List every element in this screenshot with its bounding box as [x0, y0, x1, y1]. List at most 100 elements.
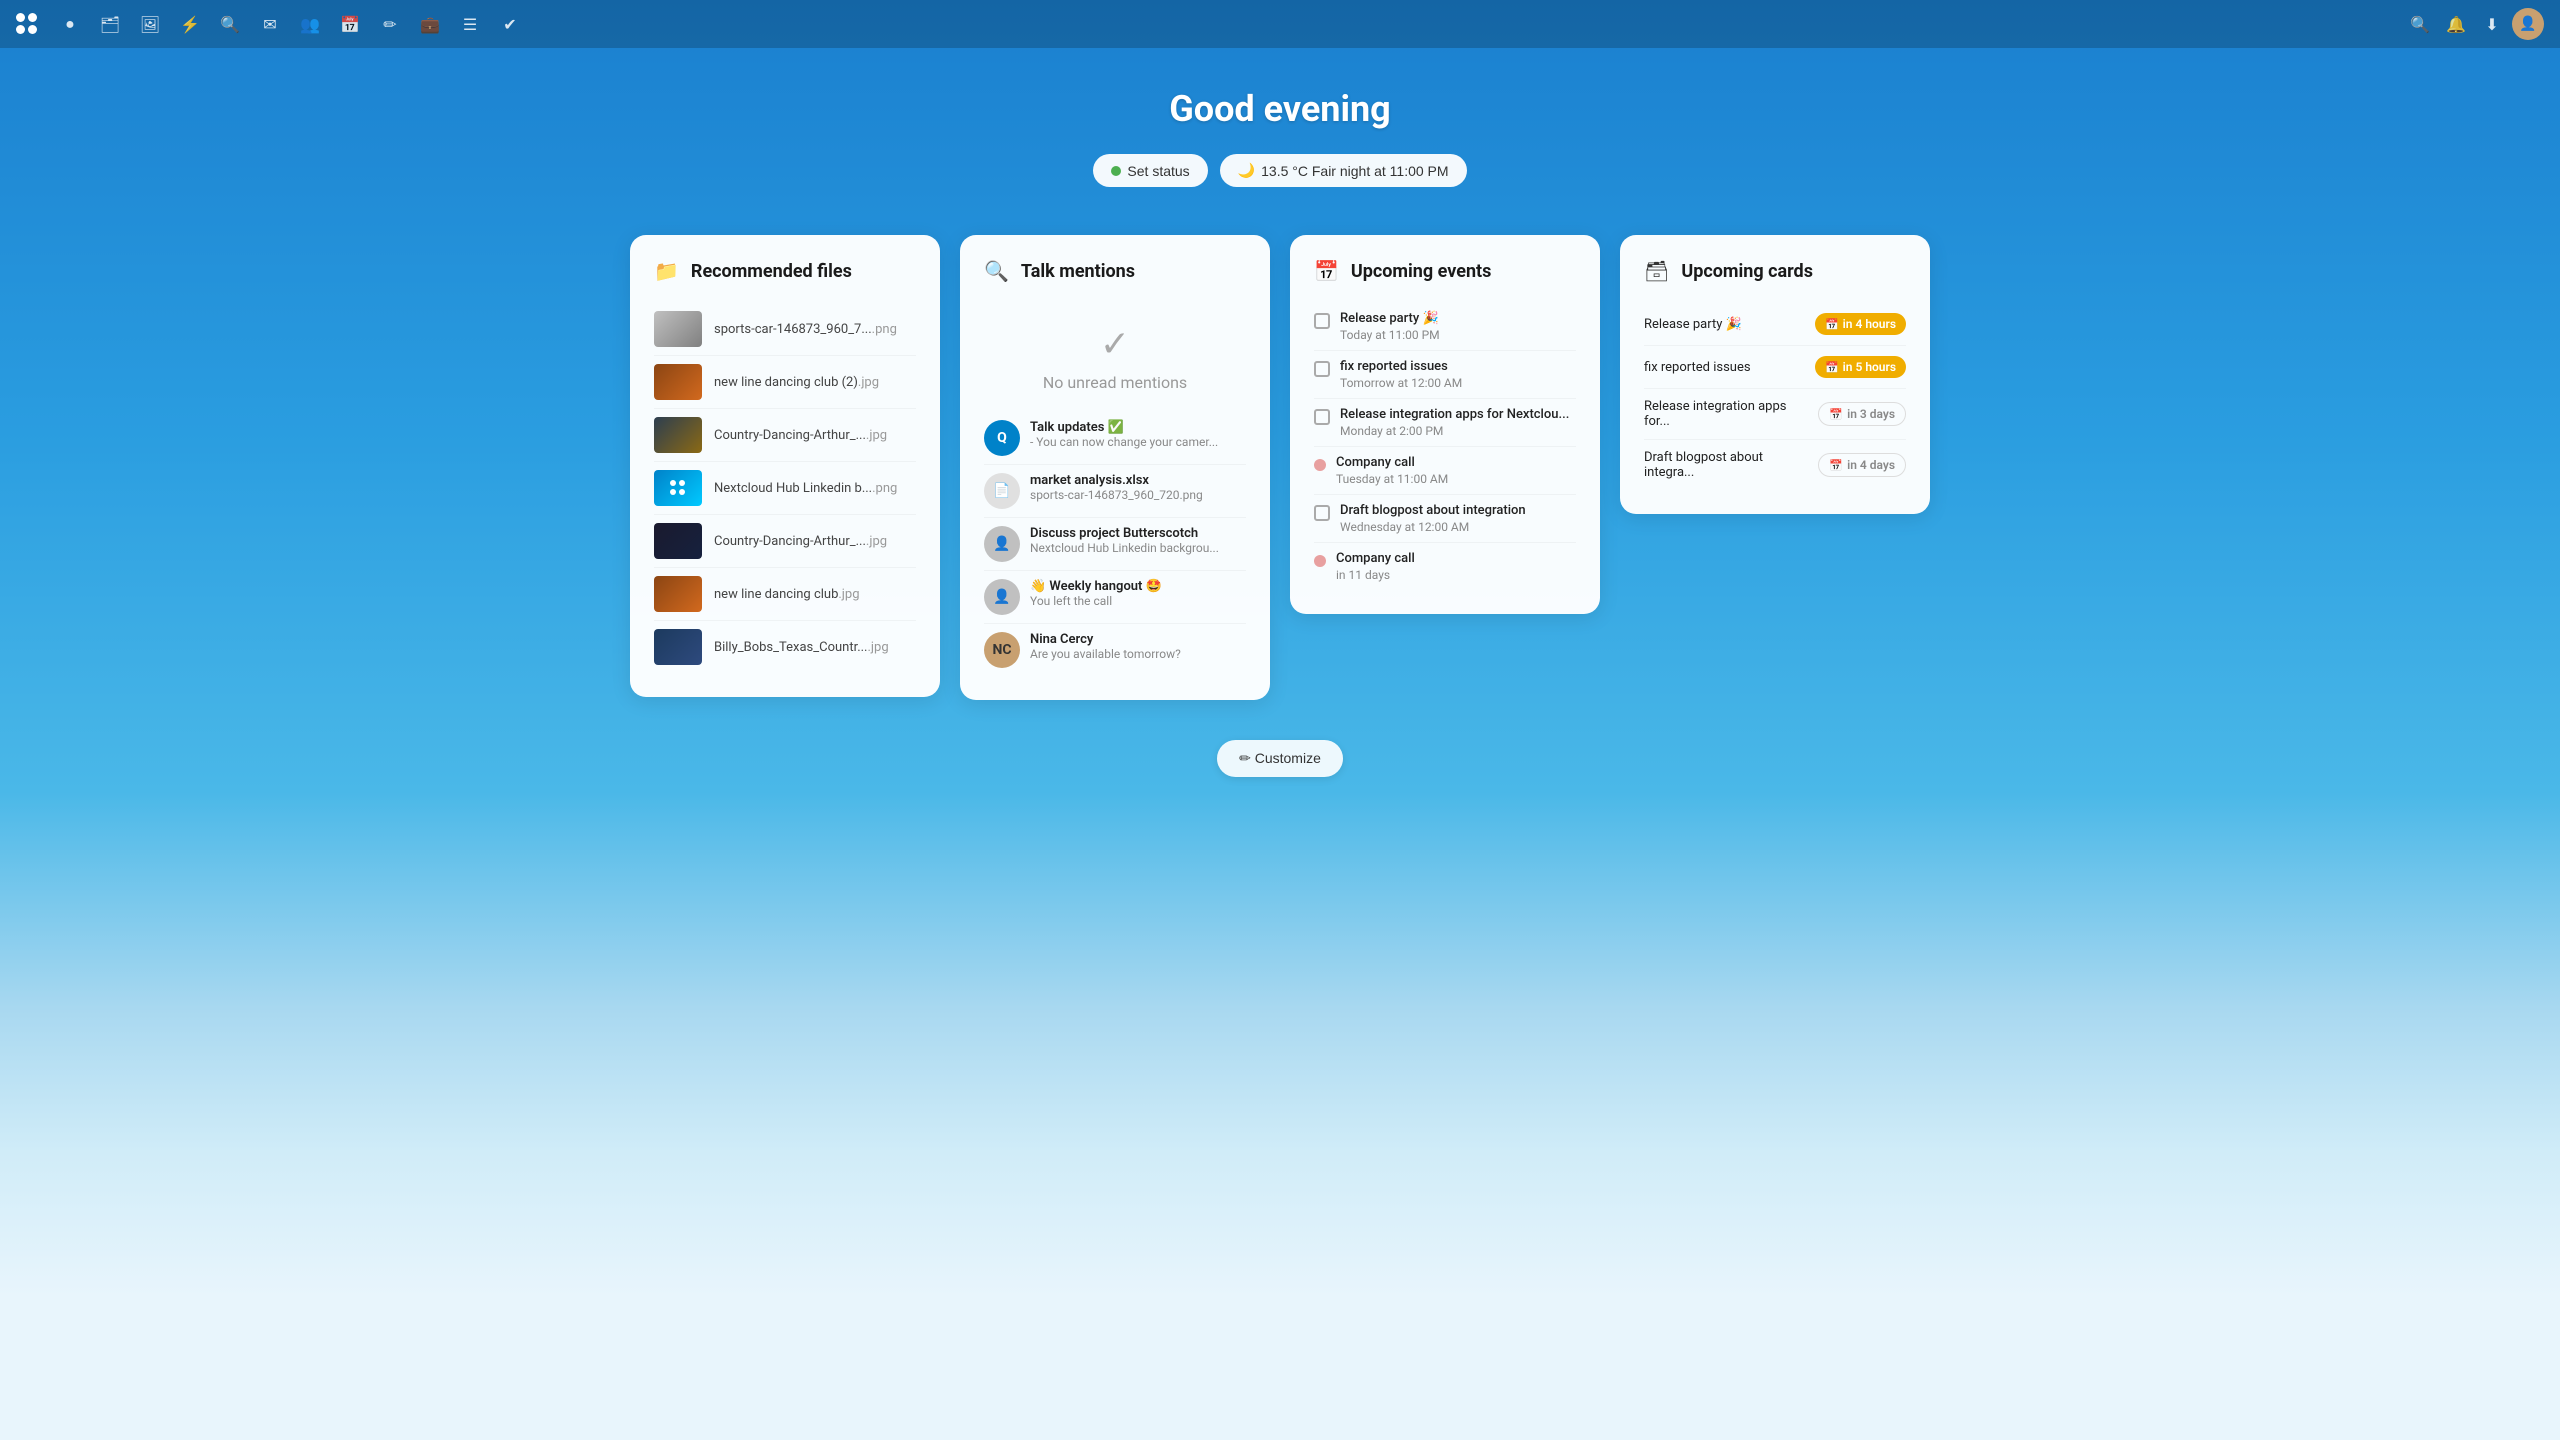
nav-icon-calendar[interactable]: 📅 [334, 8, 366, 40]
ucard-badge-text: in 5 hours [1843, 360, 1896, 374]
event-item: Release integration apps for Nextclou...… [1314, 399, 1576, 447]
event-details: Draft blogpost about integration Wednesd… [1340, 503, 1526, 534]
upcoming-card-item[interactable]: Release party 🎉 📅 in 4 hours [1644, 303, 1906, 346]
event-item: Release party 🎉 Today at 11:00 PM [1314, 303, 1576, 351]
ucard-badge-text: in 4 days [1847, 458, 1895, 472]
event-details: Company call in 11 days [1336, 551, 1415, 582]
nav-icon-files[interactable]: 🗂 [94, 8, 126, 40]
event-item: fix reported issues Tomorrow at 12:00 AM [1314, 351, 1576, 399]
nav-icon-tasks-check[interactable]: ✔ [494, 8, 526, 40]
nav-icon-tasks-list[interactable]: ☰ [454, 8, 486, 40]
event-name: Company call [1336, 551, 1415, 566]
event-time: Wednesday at 12:00 AM [1340, 520, 1526, 534]
ucard-name: Release integration apps for... [1644, 399, 1810, 429]
file-name: sports-car-146873_960_7....png [714, 322, 897, 337]
mention-content: 👋 Weekly hangout 🤩 You left the call [1030, 579, 1162, 608]
file-thumbnail [654, 576, 702, 612]
recommended-files-title: Recommended files [691, 261, 852, 282]
customize-label: ✏ Customize [1239, 750, 1321, 767]
mention-content: Talk updates ✅ - You can now change your… [1030, 420, 1218, 449]
checkmark-icon: ✓ [1100, 323, 1130, 365]
mention-item[interactable]: Q Talk updates ✅ - You can now change yo… [984, 412, 1246, 465]
mention-sub: You left the call [1030, 594, 1162, 608]
nav-icon-circle[interactable]: ● [54, 8, 86, 40]
status-dot-icon [1111, 166, 1121, 176]
file-thumbnail [654, 629, 702, 665]
set-status-label: Set status [1127, 163, 1189, 179]
nav-icon-photos[interactable]: 🖼 [134, 8, 166, 40]
nav-icon-mail[interactable]: ✉ [254, 8, 286, 40]
upcoming-card-item[interactable]: fix reported issues 📅 in 5 hours [1644, 346, 1906, 389]
file-name: Country-Dancing-Arthur_....jpg [714, 534, 887, 549]
file-name: new line dancing club.jpg [714, 587, 860, 602]
ucard-badge: 📅 in 3 days [1818, 402, 1906, 426]
mention-avatar: Q [984, 420, 1020, 456]
weather-label: 13.5 °C Fair night at 11:00 PM [1261, 163, 1448, 179]
file-item[interactable]: new line dancing club (2).jpg [654, 356, 916, 409]
nav-icon-notes[interactable]: ✏ [374, 8, 406, 40]
upcoming-events-header: 📅 Upcoming events [1314, 259, 1576, 283]
mention-title: Talk updates ✅ [1030, 420, 1218, 435]
upcoming-events-title: Upcoming events [1351, 261, 1491, 282]
mention-item[interactable]: 👤 Discuss project Butterscotch Nextcloud… [984, 518, 1246, 571]
app-logo[interactable] [16, 13, 38, 35]
event-time: Tuesday at 11:00 AM [1336, 472, 1448, 486]
mention-title: 👋 Weekly hangout 🤩 [1030, 579, 1162, 594]
file-item[interactable]: Billy_Bobs_Texas_Countr....jpg [654, 621, 916, 673]
user-avatar[interactable]: 👤 [2512, 8, 2544, 40]
mention-item[interactable]: 📄 market analysis.xlsx sports-car-146873… [984, 465, 1246, 518]
file-name: Billy_Bobs_Texas_Countr....jpg [714, 640, 889, 655]
file-thumbnail [654, 417, 702, 453]
no-mentions-area: ✓ No unread mentions [984, 303, 1246, 412]
event-checkbox[interactable] [1314, 505, 1330, 521]
mention-item[interactable]: NC Nina Cercy Are you available tomorrow… [984, 624, 1246, 676]
event-checkbox[interactable] [1314, 313, 1330, 329]
download-icon[interactable]: ⬇ [2476, 8, 2508, 40]
file-item[interactable]: Country-Dancing-Arthur_....jpg [654, 515, 916, 568]
event-checkbox[interactable] [1314, 409, 1330, 425]
event-time: Monday at 2:00 PM [1340, 424, 1569, 438]
file-item[interactable]: new line dancing club.jpg [654, 568, 916, 621]
file-name: Country-Dancing-Arthur_....jpg [714, 428, 887, 443]
event-dot-icon [1314, 459, 1326, 471]
nav-icon-briefcase[interactable]: 💼 [414, 8, 446, 40]
status-bar: Set status 🌙 13.5 °C Fair night at 11:00… [1093, 154, 1466, 187]
set-status-button[interactable]: Set status [1093, 154, 1207, 187]
ucard-badge-text: in 4 hours [1843, 317, 1896, 331]
event-time: Today at 11:00 PM [1340, 328, 1440, 342]
event-name: fix reported issues [1340, 359, 1462, 374]
calendar-icon: 📅 [1314, 259, 1339, 283]
file-thumbnail [654, 523, 702, 559]
file-thumbnail [654, 364, 702, 400]
file-item[interactable]: Nextcloud Hub Linkedin b....png [654, 462, 916, 515]
search-icon[interactable]: 🔍 [2404, 8, 2436, 40]
nav-icon-activity[interactable]: ⚡ [174, 8, 206, 40]
event-checkbox[interactable] [1314, 361, 1330, 377]
nav-icon-contacts[interactable]: 👥 [294, 8, 326, 40]
calendar-small-icon: 📅 [1829, 408, 1843, 421]
file-item[interactable]: sports-car-146873_960_7....png [654, 303, 916, 356]
event-time: in 11 days [1336, 568, 1415, 582]
weather-button[interactable]: 🌙 13.5 °C Fair night at 11:00 PM [1220, 154, 1467, 187]
mention-avatar: 👤 [984, 526, 1020, 562]
event-dot-icon [1314, 555, 1326, 567]
calendar-small-icon: 📅 [1825, 318, 1839, 331]
mention-item[interactable]: 👤 👋 Weekly hangout 🤩 You left the call [984, 571, 1246, 624]
file-name: new line dancing club (2).jpg [714, 375, 879, 390]
upcoming-card-item[interactable]: Release integration apps for... 📅 in 3 d… [1644, 389, 1906, 440]
talk-icon: 🔍 [984, 259, 1009, 283]
ucard-name: Draft blogpost about integra... [1644, 450, 1810, 480]
deck-icon: 🗃 [1644, 259, 1669, 283]
topbar-right: 🔍 🔔 ⬇ 👤 [2404, 8, 2544, 40]
event-item: Draft blogpost about integration Wednesd… [1314, 495, 1576, 543]
upcoming-card-item[interactable]: Draft blogpost about integra... 📅 in 4 d… [1644, 440, 1906, 490]
recommended-files-card: 📁 Recommended files sports-car-146873_96… [630, 235, 940, 697]
nav-icon-search[interactable]: 🔍 [214, 8, 246, 40]
mention-content: Discuss project Butterscotch Nextcloud H… [1030, 526, 1219, 555]
greeting-text: Good evening [1169, 88, 1391, 130]
notifications-icon[interactable]: 🔔 [2440, 8, 2472, 40]
mention-title: Discuss project Butterscotch [1030, 526, 1219, 541]
mention-avatar: 📄 [984, 473, 1020, 509]
file-item[interactable]: Country-Dancing-Arthur_....jpg [654, 409, 916, 462]
customize-button[interactable]: ✏ Customize [1217, 740, 1343, 777]
